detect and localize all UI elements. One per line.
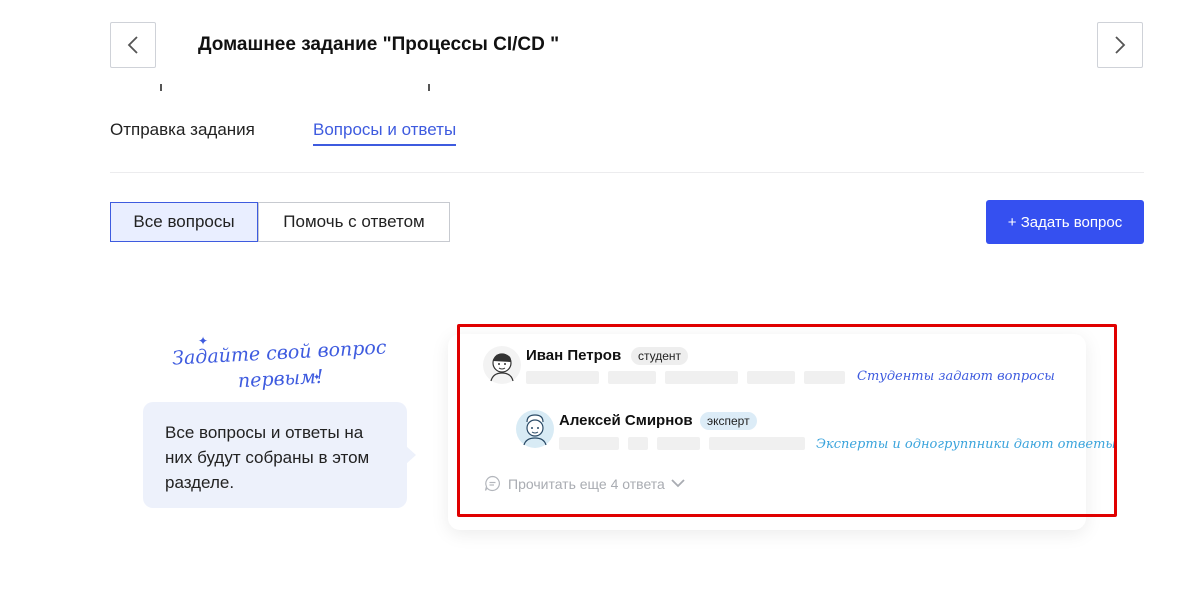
next-button[interactable] bbox=[1097, 22, 1143, 68]
page: Домашнее задание "Процессы CI/CD " Отпра… bbox=[0, 0, 1194, 592]
promo-handwritten-text: Задайте свой вопрос первым! bbox=[171, 336, 387, 393]
divider bbox=[110, 172, 1144, 173]
clipped-mark bbox=[160, 84, 162, 91]
clipped-mark bbox=[428, 84, 430, 91]
page-title: Домашнее задание "Процессы CI/CD " bbox=[198, 34, 560, 55]
all-questions-button[interactable]: Все вопросы bbox=[110, 202, 258, 242]
chevron-right-icon bbox=[1114, 35, 1126, 55]
tab-questions-answers[interactable]: Вопросы и ответы bbox=[313, 120, 457, 146]
prev-button[interactable] bbox=[110, 22, 156, 68]
chevron-left-icon bbox=[127, 35, 139, 55]
highlight-frame bbox=[457, 324, 1117, 517]
promo-speech-bubble: Все вопросы и ответы на них будут собран… bbox=[143, 402, 416, 508]
help-answer-button[interactable]: Помочь с ответом bbox=[258, 202, 450, 242]
ask-question-button[interactable]: + Задать вопрос bbox=[986, 200, 1144, 244]
tab-send-assignment[interactable]: Отправка задания bbox=[110, 120, 255, 144]
